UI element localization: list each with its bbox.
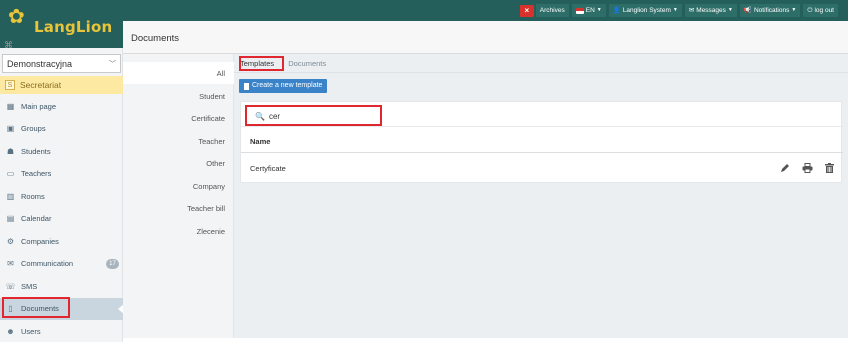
divider	[241, 126, 843, 127]
students-icon: ☗	[6, 146, 15, 156]
sms-icon: ☏	[5, 281, 16, 291]
collapse-icon[interactable]: ⌘	[4, 40, 13, 51]
groups-icon: ▣	[6, 124, 15, 134]
rooms-icon: ▥	[6, 191, 15, 201]
secretariat-badge: S	[5, 80, 15, 90]
top-bar: × Archives EN ▼ 👤 Langlion System ▼ ✉ Me…	[0, 0, 848, 21]
secretariat-section[interactable]: S Secretariat	[0, 76, 123, 94]
calendar-icon: ▤	[6, 214, 15, 224]
highlight-box-templates	[239, 56, 284, 71]
category-all[interactable]: All	[217, 69, 225, 78]
category-company[interactable]: Company	[193, 182, 225, 191]
user-icon: 👤	[612, 7, 621, 14]
archives-button[interactable]: × Archives	[519, 4, 569, 17]
sidebar-item-groups[interactable]: ▣ Groups	[0, 118, 123, 141]
templates-card: 🔍 cer Name Certyficate	[240, 101, 843, 183]
caret-down-icon: ▼	[672, 7, 678, 13]
language-dropdown[interactable]: EN ▼	[571, 4, 606, 17]
unread-count-badge: 17	[106, 258, 119, 269]
main-panel: Templates Documents Create a new templat…	[234, 54, 848, 338]
page-header: Documents	[123, 21, 848, 54]
tab-documents[interactable]: Documents	[288, 59, 326, 68]
teachers-icon: ▭	[6, 169, 15, 179]
sidebar-item-students[interactable]: ☗ Students	[0, 140, 123, 163]
edit-icon[interactable]	[779, 162, 791, 174]
megaphone-icon: 📢	[743, 7, 752, 14]
category-teacher[interactable]: Teacher	[198, 137, 225, 146]
column-header-name[interactable]: Name	[250, 137, 270, 146]
print-icon[interactable]	[801, 162, 813, 174]
top-nav: × Archives EN ▼ 👤 Langlion System ▼ ✉ Me…	[519, 4, 838, 17]
sidebar-item-main-page[interactable]: ▦ Main page	[0, 95, 123, 118]
sidebar-item-companies[interactable]: ⚙ Companies	[0, 230, 123, 253]
messages-dropdown[interactable]: ✉ Messages ▼	[684, 4, 737, 17]
tab-divider	[234, 72, 848, 73]
row-actions	[779, 162, 835, 174]
highlight-box-documents	[2, 297, 70, 318]
template-name: Certyficate	[250, 164, 286, 173]
envelope-icon: ✉	[688, 7, 695, 14]
content-area: All Student Certificate Teacher Other Co…	[123, 54, 848, 342]
flag-icon	[575, 7, 584, 14]
communication-icon: ✉	[7, 259, 14, 269]
dashboard-icon: ▦	[6, 101, 15, 111]
sidebar-item-teachers[interactable]: ▭ Teachers	[0, 163, 123, 186]
sidebar-item-communication[interactable]: ✉ Communication 17	[0, 253, 123, 276]
category-panel: All Student Certificate Teacher Other Co…	[123, 54, 234, 338]
caret-down-icon: ▼	[791, 7, 797, 13]
sidebar-item-users[interactable]: ☻ Users	[0, 320, 123, 342]
sidebar-item-calendar[interactable]: ▤ Calendar	[0, 208, 123, 231]
sidebar-item-rooms[interactable]: ▥ Rooms	[0, 185, 123, 208]
chevron-down-icon: ﹀	[109, 60, 116, 68]
category-zlecenie[interactable]: Zlecenie	[197, 227, 225, 236]
category-teacher-bill[interactable]: Teacher bill	[187, 204, 225, 213]
trash-icon[interactable]	[823, 162, 835, 174]
page-title: Documents	[131, 33, 180, 44]
users-icon: ☻	[6, 326, 15, 336]
companies-icon: ⚙	[6, 236, 15, 246]
sidebar-item-sms[interactable]: ☏ SMS	[0, 275, 123, 298]
highlight-box-search	[245, 105, 382, 126]
table-row[interactable]: Certyficate	[241, 153, 843, 183]
logout-button[interactable]: ⏻ log out	[803, 4, 838, 17]
category-certificate[interactable]: Certificate	[191, 114, 225, 123]
file-icon	[244, 82, 249, 90]
school-select[interactable]: Demonstracyjna ﹀	[2, 54, 121, 73]
category-other[interactable]: Other	[206, 159, 225, 168]
notifications-dropdown[interactable]: 📢 Notifications ▼	[739, 4, 801, 17]
category-student[interactable]: Student	[199, 92, 225, 101]
create-template-button[interactable]: Create a new template	[239, 79, 328, 93]
caret-down-icon: ▼	[596, 7, 602, 13]
power-icon: ⏻	[807, 7, 813, 14]
brand-logo[interactable]: ✿ LangLion	[0, 0, 123, 48]
user-dropdown[interactable]: 👤 Langlion System ▼	[608, 4, 682, 17]
close-icon: ×	[519, 4, 534, 17]
caret-down-icon: ▼	[727, 7, 733, 13]
